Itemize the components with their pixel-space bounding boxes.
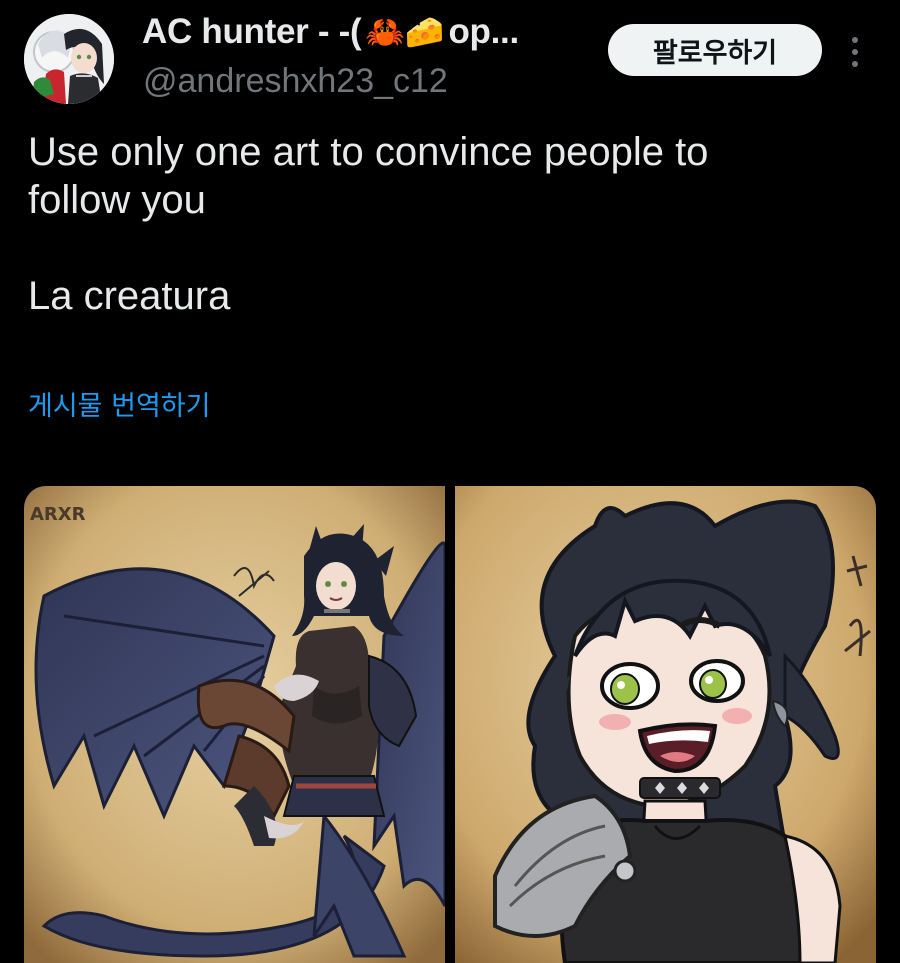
media-image-right[interactable] <box>455 486 876 963</box>
author-display-name[interactable]: AC hunter - -( 🦀🧀 op... <box>142 12 519 52</box>
tweet-text: Use only one art to convince people to f… <box>28 130 709 318</box>
more-vertical-icon[interactable] <box>838 28 872 76</box>
translate-post-link[interactable]: 게시물 번역하기 <box>28 384 210 423</box>
display-name-tail: op... <box>448 12 519 51</box>
follow-button[interactable]: 팔로우하기 <box>608 24 822 76</box>
media-grid: ARXR <box>24 486 876 963</box>
display-name-text: AC hunter - -( <box>142 12 362 51</box>
artist-signature: ARXR <box>30 504 86 525</box>
author-handle[interactable]: @andreshxh23_c12 <box>143 62 448 101</box>
media-image-left[interactable]: ARXR <box>24 486 445 963</box>
crab-cheese-emoji: 🦀🧀 <box>365 13 445 51</box>
dragon-girl-fullbody-illustration: ARXR <box>24 486 445 963</box>
avatar-image <box>24 14 114 104</box>
author-avatar[interactable] <box>24 14 114 104</box>
dragon-girl-closeup-illustration <box>455 486 876 963</box>
tweet-detail: AC hunter - -( 🦀🧀 op... @andreshxh23_c12… <box>0 0 900 963</box>
